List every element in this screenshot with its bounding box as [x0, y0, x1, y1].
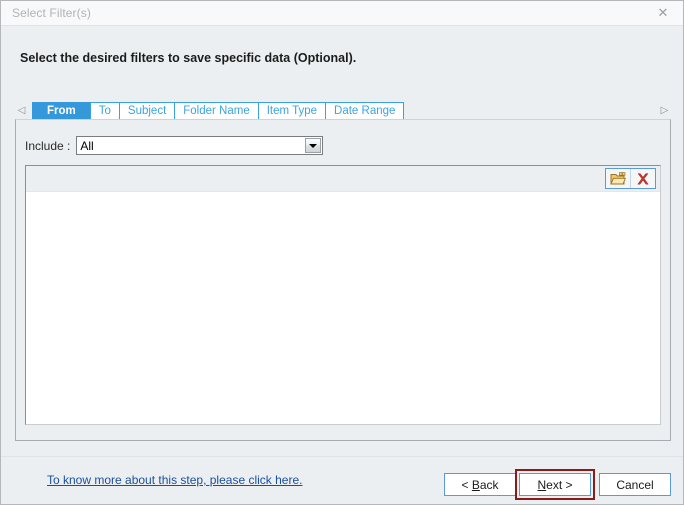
window-title: Select Filter(s)	[12, 6, 91, 20]
include-row: Include : All	[25, 136, 324, 155]
tab-item-type[interactable]: Item Type	[257, 102, 326, 120]
include-dropdown-value: All	[80, 138, 94, 153]
select-filters-dialog: Select Filter(s) ✕ Select the desired fi…	[0, 0, 684, 505]
tab-list: From To Subject Folder Name Item Type Da…	[32, 102, 405, 120]
tab-scroll-right-icon[interactable]: ▷	[658, 103, 671, 119]
include-dropdown-button[interactable]	[305, 138, 322, 153]
back-button-label: < Back	[461, 477, 499, 492]
cancel-button[interactable]: Cancel	[599, 473, 671, 496]
footer-separator	[1, 456, 683, 457]
chevron-down-icon	[309, 143, 318, 148]
toolbar-button-group	[605, 168, 656, 189]
tab-date-range[interactable]: Date Range	[325, 102, 405, 120]
filter-list-area[interactable]	[26, 193, 660, 424]
next-button[interactable]: Next >	[519, 473, 591, 496]
title-bar: Select Filter(s) ✕	[1, 1, 683, 26]
browse-folder-button[interactable]	[606, 169, 630, 188]
tab-from[interactable]: From	[32, 102, 90, 120]
close-icon: ✕	[657, 5, 669, 21]
filter-list-toolbar	[26, 166, 660, 192]
close-button[interactable]: ✕	[643, 1, 683, 25]
include-label: Include :	[25, 138, 71, 153]
include-dropdown[interactable]: All	[76, 136, 324, 155]
filter-tab-panel: Include : All	[15, 119, 671, 441]
tab-subject[interactable]: Subject	[118, 102, 175, 120]
open-folder-icon	[610, 171, 626, 184]
filter-list-box	[25, 165, 661, 425]
remove-filter-button[interactable]	[630, 169, 655, 188]
next-button-label: Next >	[537, 477, 573, 492]
tab-scroll-left-icon[interactable]: ◁	[15, 103, 28, 119]
tab-strip: ◁ From To Subject Folder Name Item Type …	[15, 102, 671, 120]
tab-to[interactable]: To	[89, 102, 119, 120]
red-x-delete-icon	[637, 172, 649, 184]
help-link[interactable]: To know more about this step, please cli…	[47, 473, 302, 487]
page-title: Select the desired filters to save speci…	[20, 51, 357, 65]
tab-folder-name[interactable]: Folder Name	[174, 102, 258, 120]
back-button[interactable]: < Back	[444, 473, 516, 496]
